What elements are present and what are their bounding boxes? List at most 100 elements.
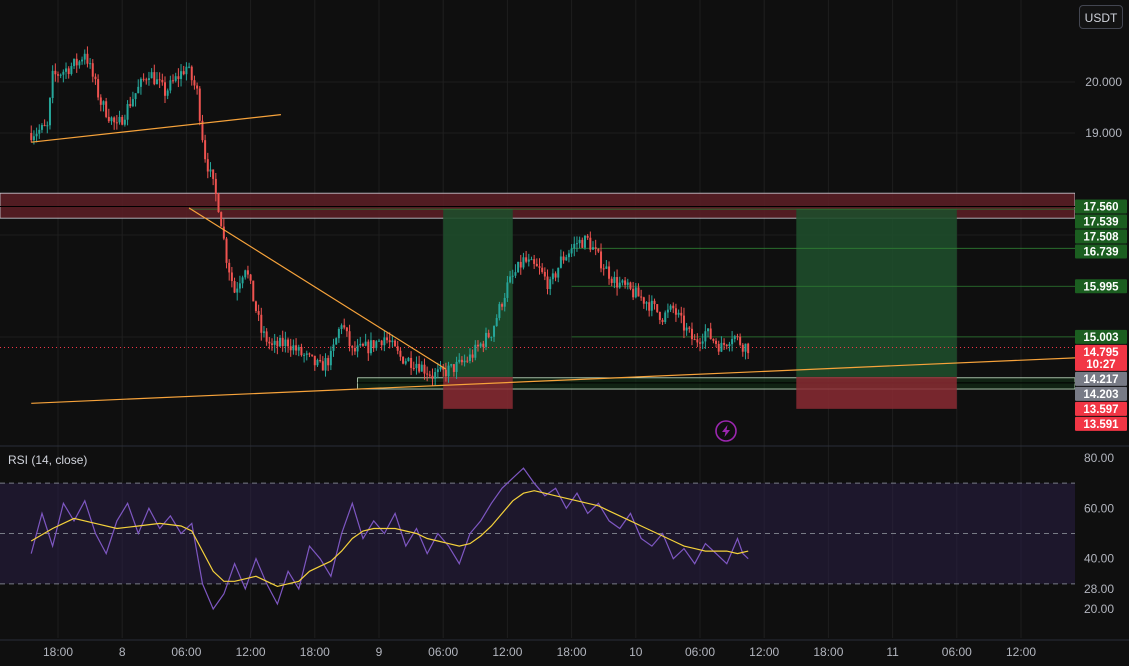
candle-body [177,76,180,79]
rsi-tick-label: 80.00 [1084,451,1114,465]
price-badge-label: 17.539 [1083,216,1118,228]
candle-body [423,364,426,374]
candle-body [332,344,335,351]
candle-body [67,68,70,75]
candle-body [131,99,134,107]
candle-body [228,262,231,273]
candle-body [361,343,364,346]
trading-chart[interactable]: 18:00 8 06:00 12:00 18:00 9 06:00 12:00 18:00 10 0… [0,0,1129,666]
price-badge-label: 14.795 [1083,347,1119,359]
currency-unit-button[interactable]: USDT [1079,5,1123,29]
price-badge: 16.739 [1075,244,1127,259]
candle-body [206,159,209,172]
candle-body [645,302,648,304]
candle-body [185,66,188,75]
candle-body [474,344,477,358]
candle-body [696,339,699,343]
candle-body [653,300,656,305]
rsi-indicator-label[interactable]: RSI (14, close) [8,453,87,467]
candle-body [720,342,723,352]
candle-body [658,311,661,320]
candle-body [99,97,102,105]
candle-body [212,169,215,179]
candle-body [265,331,268,342]
candle-body [327,358,330,366]
candle-body [316,360,319,366]
candle-body [289,346,292,351]
position-loss-zone [443,376,513,409]
candle-body [364,341,367,346]
candle-body [567,253,570,258]
candle-body [450,364,453,366]
price-badge-label: 17.560 [1083,201,1118,213]
candle-body [650,300,653,311]
candle-body [527,259,530,262]
candle-body [230,272,233,282]
candle-body [121,116,124,125]
candle-body [102,101,105,105]
candle-body [664,312,667,323]
candle-body [164,82,166,96]
candle-body [439,366,442,370]
candle-body [182,71,185,75]
candle-body [640,296,643,298]
candle-body [535,263,538,267]
candle-body [562,256,565,261]
candle-body [618,282,621,288]
candle-body [118,116,121,123]
candle-body [196,85,199,89]
candle-body [337,329,340,339]
price-badge-label: 16.739 [1083,246,1118,258]
rsi-tick-label: 20.00 [1084,602,1114,616]
candle-body [343,325,346,328]
price-badge: 14.203 [1075,386,1127,401]
candle-body [578,239,581,244]
candle-body [244,270,247,278]
price-badge: 14.79510:27 [1075,344,1127,371]
candle-body [543,271,546,277]
candle-body [514,272,517,276]
time-tick-label: 18:00 [557,645,587,659]
price-badge: 13.591 [1075,416,1127,431]
candle-body [134,93,137,100]
candle-body [434,372,437,379]
candle-body [300,346,303,356]
candle-body [666,309,669,313]
candle-body [709,328,712,339]
candle-body [386,337,389,341]
candle-body [38,129,41,134]
candle-body [236,288,239,293]
candle-body [575,243,578,245]
time-tick-label: 10 [629,645,643,659]
candle-body [209,169,212,172]
candle-body [747,343,750,354]
candle-body [693,339,696,341]
candle-body [305,353,308,355]
candle-body [356,345,359,352]
candle-body [321,361,324,371]
candle-body [254,301,257,312]
candle-body [637,287,640,297]
candle-body [717,343,720,352]
candle-body [715,340,718,344]
time-tick-label: 12:00 [492,645,522,659]
candle-body [525,257,528,262]
candle-body [583,235,586,248]
candle-body [273,340,276,345]
candle-body [311,354,314,356]
candle-body [699,342,701,344]
price-badge: 14.217 [1075,371,1127,386]
candle-body [634,287,637,298]
candle-body [541,267,544,272]
candle-body [161,79,164,83]
candle-body [444,369,447,377]
candle-body [279,337,282,347]
bolt-icon[interactable] [715,420,737,442]
candle-body [471,354,474,358]
candle-body [158,79,161,81]
zones-layer [0,192,1075,409]
candle-body [367,341,370,354]
candle-body [89,63,92,65]
candle-body [396,346,399,351]
price-badge-label: 13.591 [1083,419,1119,431]
